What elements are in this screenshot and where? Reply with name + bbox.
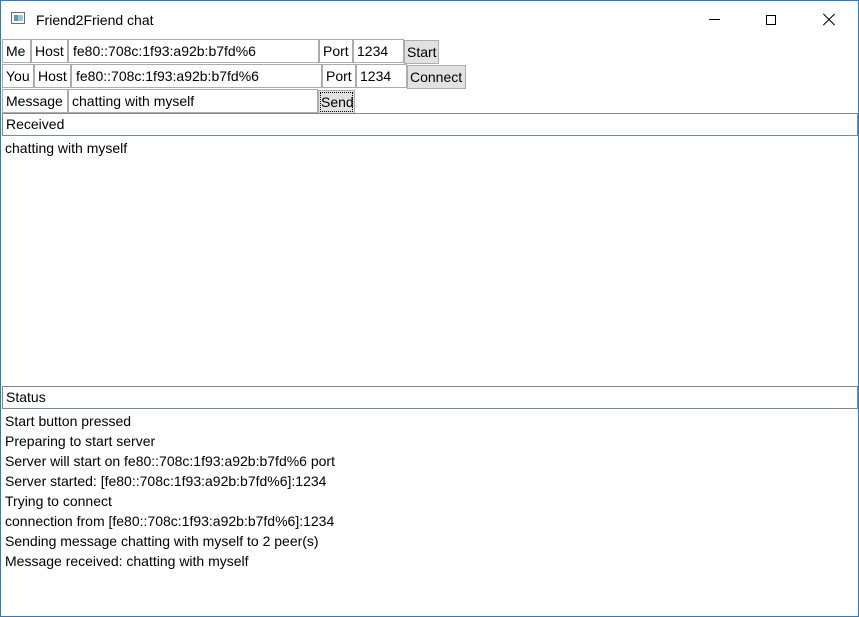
status-textbox[interactable]: Start button pressed Preparing to start … <box>2 409 858 615</box>
status-line: Server started: [fe80::708c:1f93:a92b:b7… <box>5 473 327 489</box>
message-label: Message <box>2 89 68 113</box>
status-line: Server will start on fe80::708c:1f93:a92… <box>5 453 335 469</box>
status-header: Status <box>2 386 858 409</box>
status-line: connection from [fe80::708c:1f93:a92b:b7… <box>5 513 335 529</box>
received-textbox[interactable]: chatting with myself <box>2 136 858 385</box>
app-window: Friend2Friend chat Me Host fe80::708c:1f… <box>0 0 859 617</box>
window-title: Friend2Friend chat <box>36 12 154 28</box>
maximize-button[interactable] <box>742 1 800 38</box>
status-line: Trying to connect <box>5 493 112 509</box>
me-label: Me <box>2 39 31 63</box>
me-port-input[interactable]: 1234 <box>353 39 404 63</box>
you-port-input[interactable]: 1234 <box>356 64 407 88</box>
status-line: Sending message chatting with myself to … <box>5 533 319 549</box>
status-line: Start button pressed <box>5 413 132 429</box>
status-line: Preparing to start server <box>5 433 156 449</box>
close-button[interactable] <box>800 1 858 38</box>
me-port-label: Port <box>319 39 353 63</box>
you-label: You <box>2 64 34 88</box>
connect-button[interactable]: Connect <box>407 65 466 89</box>
send-button[interactable]: Send <box>318 90 355 114</box>
received-header: Received <box>2 113 858 136</box>
app-icon <box>11 12 25 24</box>
you-host-label: Host <box>34 64 71 88</box>
minimize-button[interactable] <box>685 1 743 38</box>
you-port-label: Port <box>322 64 356 88</box>
me-host-label: Host <box>31 39 68 63</box>
minimize-icon <box>708 19 720 20</box>
title-bar[interactable]: Friend2Friend chat <box>1 1 858 38</box>
received-line: chatting with myself <box>5 140 128 156</box>
start-button[interactable]: Start <box>404 40 439 64</box>
status-line: Message received: chatting with myself <box>5 553 249 569</box>
message-input[interactable]: chatting with myself <box>68 89 318 113</box>
close-icon <box>823 14 835 26</box>
you-host-input[interactable]: fe80::708c:1f93:a92b:b7fd%6 <box>71 64 322 88</box>
me-host-input[interactable]: fe80::708c:1f93:a92b:b7fd%6 <box>68 39 319 63</box>
maximize-icon <box>766 14 776 25</box>
